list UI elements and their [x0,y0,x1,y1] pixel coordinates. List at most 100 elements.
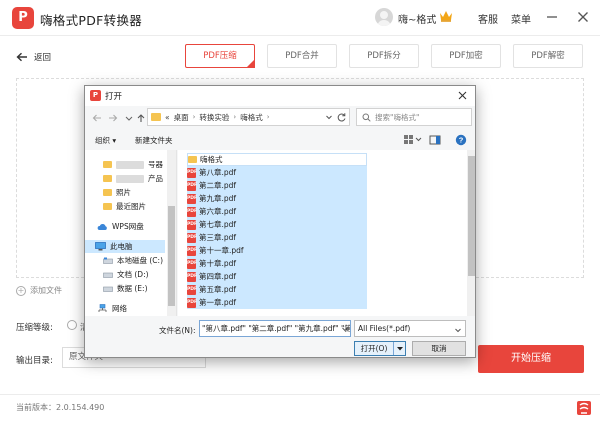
tree-item[interactable]: 号器 [103,158,163,171]
computer-icon [95,242,106,251]
tree-item[interactable]: 最近图片 [103,200,146,213]
file-item[interactable]: PDF 第八章.pdf [187,166,367,179]
chevron-down-icon[interactable] [341,325,349,333]
chevron-down-icon [455,328,461,333]
address-segment[interactable]: 桌面 [174,112,189,123]
navigation-pane: 号器 产品 照片 最近图片 WPS网盘 此电脑 本地磁盘 (C:) 文档 (D:… [85,150,177,316]
open-file-dialog: P 打开 « 桌面 › 转换实验 › 嗨格式 › 搜索"嗨格式" 组织 ▾ 新建… [84,85,476,358]
open-options-dropdown[interactable] [394,342,405,355]
file-item[interactable]: PDF 第二章.pdf [187,179,367,192]
filename-input[interactable]: "第八章.pdf" "第二章.pdf" "第九章.pdf" "第 [199,320,351,337]
pdf-file-icon: PDF [187,206,197,217]
new-folder-button[interactable]: 新建文件夹 [135,135,173,146]
pdf-file-icon: PDF [187,193,197,204]
start-compress-button[interactable]: 开始压缩 [478,345,584,373]
user-avatar[interactable] [375,8,393,26]
refresh-icon[interactable] [336,112,347,123]
file-item[interactable]: PDF 第一章.pdf [187,296,367,309]
address-overflow[interactable]: « [165,113,170,122]
folder-item[interactable]: 嗨格式 [187,153,367,166]
file-item[interactable]: PDF 第十章.pdf [187,257,367,270]
open-button[interactable]: 打开(O) [354,341,406,356]
nav-back-icon[interactable] [91,112,103,124]
drive-icon [103,257,113,264]
chevron-right-icon: › [233,113,237,121]
file-list-scrollbar[interactable] [467,150,475,316]
output-dir-label: 输出目录: [16,356,53,366]
preview-pane-icon[interactable] [429,134,441,146]
dialog-title: 打开 [105,92,123,102]
address-segment[interactable]: 转换实验 [199,112,229,123]
tree-item-label: 本地磁盘 (C:) [117,256,163,265]
file-item[interactable]: PDF 第三章.pdf [187,231,367,244]
version-text: 当前版本：2.0.154.490 [16,403,105,412]
close-icon[interactable] [575,9,591,25]
tree-item-this-pc[interactable]: 此电脑 [85,240,165,253]
tab-pdf-split[interactable]: PDF拆分 [349,44,419,68]
filename-label: 文件名(N): [159,326,196,335]
file-list: 嗨格式 PDF 第八章.pdf PDF 第二章.pdf PDF 第九章.pdf PDF… [178,150,475,316]
file-item[interactable]: PDF 第四章.pdf [187,270,367,283]
tab-pdf-encrypt[interactable]: PDF加密 [431,44,501,68]
scrollbar-thumb[interactable] [168,206,175,306]
pdf-file-icon: PDF [187,167,197,178]
add-file-label: 添加文件 [30,286,62,295]
dialog-toolbar: 组织 ▾ 新建文件夹 ? [85,131,475,149]
dialog-titlebar: P 打开 [85,86,475,106]
organize-menu[interactable]: 组织 ▾ [95,135,116,146]
dialog-close-icon[interactable] [456,89,469,102]
help-icon[interactable]: ? [455,134,467,146]
tree-item[interactable]: 文档 (D:) [103,268,149,281]
menu-link[interactable]: 菜单 [511,11,531,26]
pdf-file-icon: PDF [187,297,197,308]
tree-item-label: 号器 [148,160,163,169]
view-options-icon[interactable] [403,134,423,146]
scrollbar-thumb[interactable] [468,156,475,276]
file-item[interactable]: PDF 第六章.pdf [187,205,367,218]
caret-down-icon [396,347,403,351]
file-name: 第七章.pdf [199,220,237,229]
pdf-file-icon: PDF [187,180,197,191]
file-name: 第十章.pdf [199,259,237,268]
tree-item[interactable]: 网络 [97,302,127,315]
cancel-button[interactable]: 取消 [412,341,466,356]
tab-pdf-merge[interactable]: PDF合并 [267,44,337,68]
chevron-down-icon[interactable] [325,113,333,121]
vip-crown-icon [440,11,452,22]
compress-level-radio[interactable] [67,320,77,330]
tree-item[interactable]: WPS网盘 [97,220,144,233]
tab-pdf-compress[interactable]: PDF压缩 [185,44,255,68]
tab-pdf-decrypt[interactable]: PDF解密 [513,44,583,68]
address-segment[interactable]: 嗨格式 [240,112,263,123]
file-item[interactable]: PDF 第五章.pdf [187,283,367,296]
compress-level-label: 压缩等级: [16,323,53,333]
tree-item[interactable]: 数据 (E:) [103,282,148,295]
tree-item[interactable]: 产品 [103,172,163,185]
search-box[interactable]: 搜索"嗨格式" [356,108,472,126]
file-type-filter[interactable]: All Files(*.pdf) [354,320,466,337]
nav-pane-scrollbar[interactable] [167,150,176,316]
brand-logo-icon [577,401,591,415]
search-icon [362,113,371,122]
file-item[interactable]: PDF 第九章.pdf [187,192,367,205]
cloud-icon [97,223,107,230]
add-file-button[interactable]: + 添加文件 [16,285,62,296]
file-item[interactable]: PDF 第十一章.pdf [187,244,367,257]
pdf-file-icon: PDF [187,245,197,256]
pdf-file-icon: PDF [187,258,197,269]
address-bar[interactable]: « 桌面 › 转换实验 › 嗨格式 › [147,108,350,126]
recent-locations-icon[interactable] [123,112,135,124]
tree-item[interactable]: 照片 [103,186,131,199]
file-name: 嗨格式 [200,155,223,164]
user-name[interactable]: 嗨~格式 [398,11,436,26]
tree-item[interactable]: 本地磁盘 (C:) [103,254,163,267]
nav-forward-icon[interactable] [107,112,119,124]
customer-service-link[interactable]: 客服 [478,11,498,26]
file-item[interactable]: PDF 第七章.pdf [187,218,367,231]
back-button[interactable]: 返回 [16,50,51,64]
pdf-file-icon: PDF [187,271,197,282]
nav-up-icon[interactable] [135,112,147,124]
arrow-left-icon [16,52,27,62]
file-name: 第十一章.pdf [199,246,244,255]
minimize-icon[interactable] [544,9,560,25]
